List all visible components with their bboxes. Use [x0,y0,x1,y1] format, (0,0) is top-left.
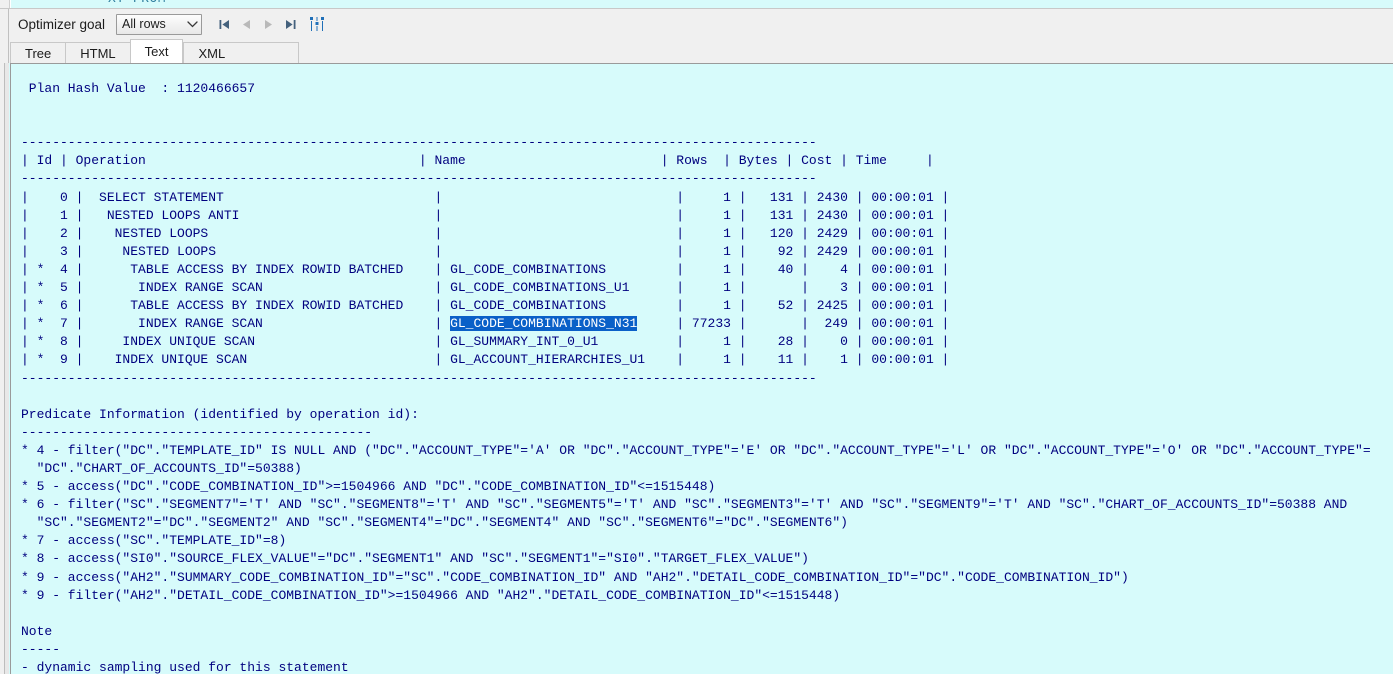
tabstrip-left-edge [0,39,9,63]
panel-left-gutter-inner [4,63,9,674]
nav-first-icon[interactable] [213,12,235,36]
clipped-editor-gutter [0,0,10,8]
chevron-down-icon [183,20,201,28]
optimizer-goal-value: All rows [122,17,166,31]
nav-next-icon[interactable] [257,12,279,36]
tabstrip-filler [239,42,300,63]
clipped-editor-sliver: XT FROM [0,0,1393,8]
nav-last-icon[interactable] [279,12,301,36]
tab-xml-label: XML [198,45,226,61]
toolbar-left-edge [0,8,9,40]
tab-text[interactable]: Text [129,39,184,63]
plan-text-content[interactable]: Plan Hash Value : 1120466657 -----------… [21,80,1371,674]
tab-list: Tree HTML Text XML [10,39,300,63]
panel-left-gutter [0,63,9,674]
plan-text-panel[interactable]: Plan Hash Value : 1120466657 -----------… [0,63,1393,674]
optimizer-goal-select[interactable]: All rows [116,13,203,35]
plan-toolbar: Optimizer goal All rows [0,8,1393,40]
sliders-icon[interactable] [305,12,329,36]
tab-html-label: HTML [80,45,116,61]
tab-html[interactable]: HTML [65,42,130,63]
tab-text-label: Text [144,44,169,59]
tab-tree-label: Tree [25,45,52,61]
explain-plan-window: XT FROM Optimizer goal All rows [0,0,1393,674]
optimizer-goal-label: Optimizer goal [18,16,106,32]
plan-text-viewport[interactable]: Plan Hash Value : 1120466657 -----------… [10,63,1393,674]
nav-previous-icon[interactable] [235,12,257,36]
clipped-editor-background [11,0,1393,8]
plan-format-tabs: Tree HTML Text XML [0,39,1393,63]
record-navigation-buttons [213,12,329,36]
clipped-editor-text: XT FROM [108,0,166,6]
tab-tree[interactable]: Tree [10,42,66,63]
tab-xml[interactable]: XML [183,42,240,63]
